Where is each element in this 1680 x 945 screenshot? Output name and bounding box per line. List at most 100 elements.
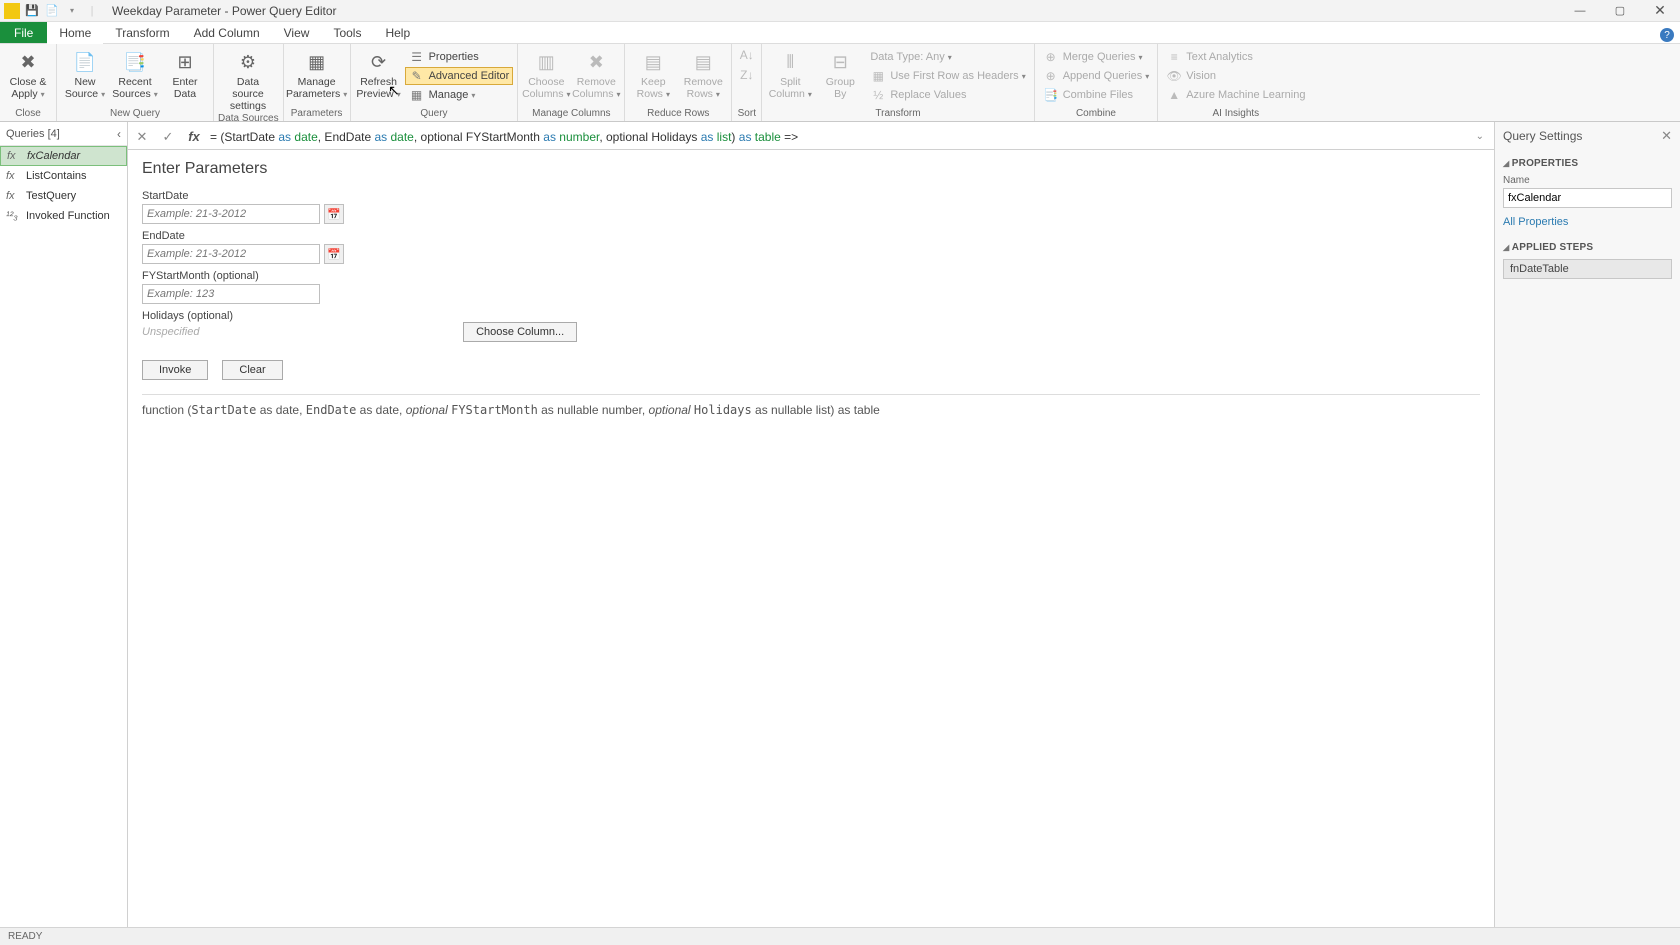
param-fystartmonth: FYStartMonth (optional) [142,270,1480,304]
vision-button: 👁Vision [1162,67,1309,85]
refresh-preview-label: RefreshPreview▾ [356,76,400,100]
manage-label: Manage [429,89,469,101]
group-label-combine: Combine [1039,107,1154,121]
name-label: Name [1503,175,1672,186]
minimize-button[interactable]: — [1560,0,1600,22]
startdate-input[interactable] [142,204,320,224]
remove-columns-icon: ✖ [584,50,608,74]
ribbon-group-manage-columns: ▥ChooseColumns▾ ✖RemoveColumns▾ Manage C… [518,44,625,121]
query-item-label: TestQuery [26,190,76,202]
properties-section-header[interactable]: PROPERTIES [1503,158,1672,169]
combine-files-button: 📑Combine Files [1039,86,1154,104]
maximize-button[interactable]: ▢ [1600,0,1640,22]
azure-ml-button: ▲Azure Machine Learning [1162,86,1309,104]
group-label-manage-columns: Manage Columns [522,107,620,121]
query-item-label: ListContains [26,170,87,182]
manage-parameters-button[interactable]: ▦ManageParameters▾ [288,46,346,100]
append-queries-icon: ⊕ [1043,68,1059,84]
undo-icon[interactable]: 📄 [44,3,60,19]
enddate-picker-button[interactable]: 📅 [324,244,344,264]
choose-column-button[interactable]: Choose Column... [463,322,577,342]
function-icon: fx [7,150,21,162]
query-item-fxcalendar[interactable]: fx fxCalendar [0,146,127,166]
table-icon: ¹²₃ [6,210,20,222]
save-icon[interactable]: 💾 [24,3,40,19]
enter-data-icon: ⊞ [173,50,197,74]
clear-button[interactable]: Clear [222,360,282,380]
choose-columns-label: ChooseColumns▾ [522,76,570,100]
query-settings-panel: Query Settings ✕ PROPERTIES Name All Pro… [1494,122,1680,927]
manage-parameters-label: ManageParameters▾ [286,76,347,100]
group-label-transform: Transform [766,107,1029,121]
query-item-invoked-function[interactable]: ¹²₃ Invoked Function [0,206,127,226]
new-source-label: NewSource▾ [65,76,105,100]
query-item-label: Invoked Function [26,210,110,222]
split-column-icon: ⫴ [778,50,802,74]
ribbon-group-transform: ⫴SplitColumn▾ ⊟GroupBy Data Type: Any▾ ▦… [762,44,1034,121]
queries-header[interactable]: Queries [4] ‹ [0,122,127,146]
group-by-label: GroupBy [826,76,855,100]
ribbon-group-sort: A↓ Z↓ Sort [732,44,762,121]
queries-header-label: Queries [4] [6,128,60,140]
azure-ml-icon: ▲ [1166,87,1182,103]
expand-formula-button[interactable]: ⌄ [1470,131,1490,142]
recent-sources-button[interactable]: 📑RecentSources▾ [111,46,159,100]
properties-button[interactable]: ☰Properties [405,48,514,66]
help-icon[interactable]: ? [1660,28,1674,42]
param-label-fystartmonth: FYStartMonth (optional) [142,270,1480,282]
tab-tools[interactable]: Tools [321,22,373,43]
cancel-formula-button[interactable]: ✕ [132,127,152,147]
replace-values-label: Replace Values [890,89,966,101]
fystartmonth-input[interactable] [142,284,320,304]
divider-icon: | [84,3,100,19]
query-settings-title: Query Settings ✕ [1503,128,1672,144]
all-properties-link[interactable]: All Properties [1503,216,1672,228]
main-area: Queries [4] ‹ fx fxCalendar fx ListConta… [0,122,1680,927]
ribbon-group-data-sources: ⚙Data sourcesettings Data Sources [214,44,284,121]
applied-steps-section-header[interactable]: APPLIED STEPS [1503,242,1672,253]
tab-view[interactable]: View [272,22,322,43]
enter-data-button[interactable]: ⊞EnterData [161,46,209,100]
text-analytics-label: Text Analytics [1186,51,1253,63]
query-name-input[interactable] [1503,188,1672,208]
query-settings-label: Query Settings [1503,129,1582,143]
group-label-reduce-rows: Reduce Rows [629,107,727,121]
invoke-button[interactable]: Invoke [142,360,208,380]
group-label-sort: Sort [736,107,757,121]
collapse-icon[interactable]: ‹ [117,127,121,141]
tab-transform[interactable]: Transform [103,22,181,43]
refresh-preview-button[interactable]: ⟳RefreshPreview▾ [355,46,403,100]
query-item-listcontains[interactable]: fx ListContains [0,166,127,186]
close-apply-label: Close &Apply▾ [10,76,47,100]
tab-add-column[interactable]: Add Column [182,22,272,43]
split-column-button: ⫴SplitColumn▾ [766,46,814,100]
query-settings-close-button[interactable]: ✕ [1661,128,1672,144]
properties-icon: ☰ [409,49,425,65]
tab-help[interactable]: Help [373,22,422,43]
vision-label: Vision [1186,70,1216,82]
merge-queries-label: Merge Queries [1063,51,1136,63]
tab-file[interactable]: File [0,22,47,43]
enddate-input[interactable] [142,244,320,264]
group-label-query: Query [355,107,514,121]
formula-text[interactable]: = (StartDate as date, EndDate as date, o… [210,130,1464,144]
queries-panel: Queries [4] ‹ fx fxCalendar fx ListConta… [0,122,128,927]
close-apply-button[interactable]: ✖ Close &Apply▾ [4,46,52,100]
text-analytics-icon: ≡ [1166,49,1182,65]
new-source-button[interactable]: 📄NewSource▾ [61,46,109,100]
advanced-editor-button[interactable]: ✎Advanced Editor [405,67,514,85]
applied-step-fndatetable[interactable]: fnDateTable [1503,259,1672,279]
fx-icon[interactable]: fx [184,127,204,147]
tab-home[interactable]: Home [47,23,103,44]
refresh-preview-icon: ⟳ [367,50,391,74]
group-label-new-query: New Query [61,107,209,121]
query-item-testquery[interactable]: fx TestQuery [0,186,127,206]
manage-parameters-icon: ▦ [305,50,329,74]
close-button[interactable]: ✕ [1640,0,1680,22]
startdate-picker-button[interactable]: 📅 [324,204,344,224]
accept-formula-button[interactable]: ✓ [158,127,178,147]
manage-button[interactable]: ▦Manage▾ [405,86,514,104]
qat-dropdown-icon[interactable]: ▾ [64,3,80,19]
data-source-settings-button[interactable]: ⚙Data sourcesettings [218,46,278,112]
new-source-icon: 📄 [73,50,97,74]
